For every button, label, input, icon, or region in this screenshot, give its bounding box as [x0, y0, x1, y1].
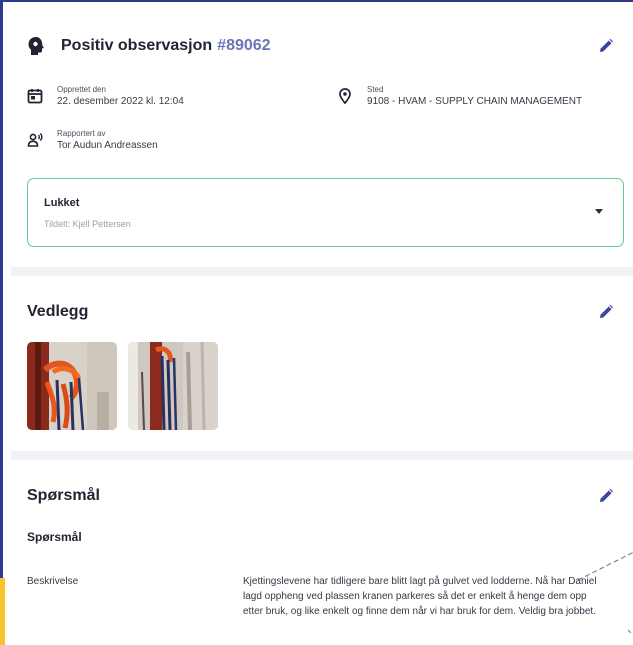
status-value: Lukket	[44, 197, 80, 209]
photo-chains-image	[128, 342, 218, 430]
place-label: Sted	[367, 85, 384, 94]
created-info: Opprettet den 22. desember 2022 kl. 12:0…	[27, 84, 184, 108]
highlight-marker	[0, 578, 5, 645]
description-text: Kjettingslevene har tidligere bare blitt…	[243, 576, 597, 617]
page-title: Positiv observasjon	[61, 37, 213, 54]
reporter-info: Rapportert av Tor Audun Andreassen	[27, 128, 158, 152]
description-label: Beskrivelse	[27, 576, 79, 587]
edit-attachments-icon[interactable]	[598, 304, 614, 320]
section-divider	[11, 267, 633, 276]
attachment-thumbnail-2[interactable]	[128, 342, 218, 430]
observation-header: Positiv observasjon #89062	[27, 36, 271, 56]
created-label: Opprettet den	[57, 85, 106, 94]
questions-title: Spørsmål	[27, 487, 100, 504]
annotation-pointer-lines	[578, 551, 633, 636]
observation-number: #89062	[217, 37, 271, 54]
status-assigned: Tildelt: Kjell Pettersen	[44, 219, 131, 229]
place-value: 9108 - HVAM - SUPPLY CHAIN MANAGEMENT	[367, 96, 583, 107]
calendar-icon	[27, 89, 43, 104]
questions-subtitle: Spørsmål	[27, 530, 82, 544]
created-value: 22. desember 2022 kl. 12:04	[57, 96, 184, 107]
edit-observation-icon[interactable]	[598, 38, 614, 54]
attachments-title: Vedlegg	[27, 303, 89, 320]
attachment-thumbnail-1[interactable]	[27, 342, 117, 430]
photo-chains-image	[27, 342, 117, 430]
person-voice-icon	[27, 132, 43, 147]
app-frame: Positiv observasjon #89062 Opprettet den…	[0, 0, 633, 645]
section-divider	[11, 451, 633, 460]
status-select[interactable]: Lukket Tildelt: Kjell Pettersen	[27, 178, 624, 247]
location-pin-icon	[339, 88, 351, 104]
reporter-label: Rapportert av	[57, 129, 106, 138]
place-info: Sted 9108 - HVAM - SUPPLY CHAIN MANAGEME…	[337, 84, 582, 108]
edit-questions-icon[interactable]	[598, 488, 614, 504]
head-idea-icon	[28, 37, 44, 55]
reporter-value: Tor Audun Andreassen	[57, 140, 158, 151]
chevron-down-icon[interactable]	[595, 209, 603, 214]
